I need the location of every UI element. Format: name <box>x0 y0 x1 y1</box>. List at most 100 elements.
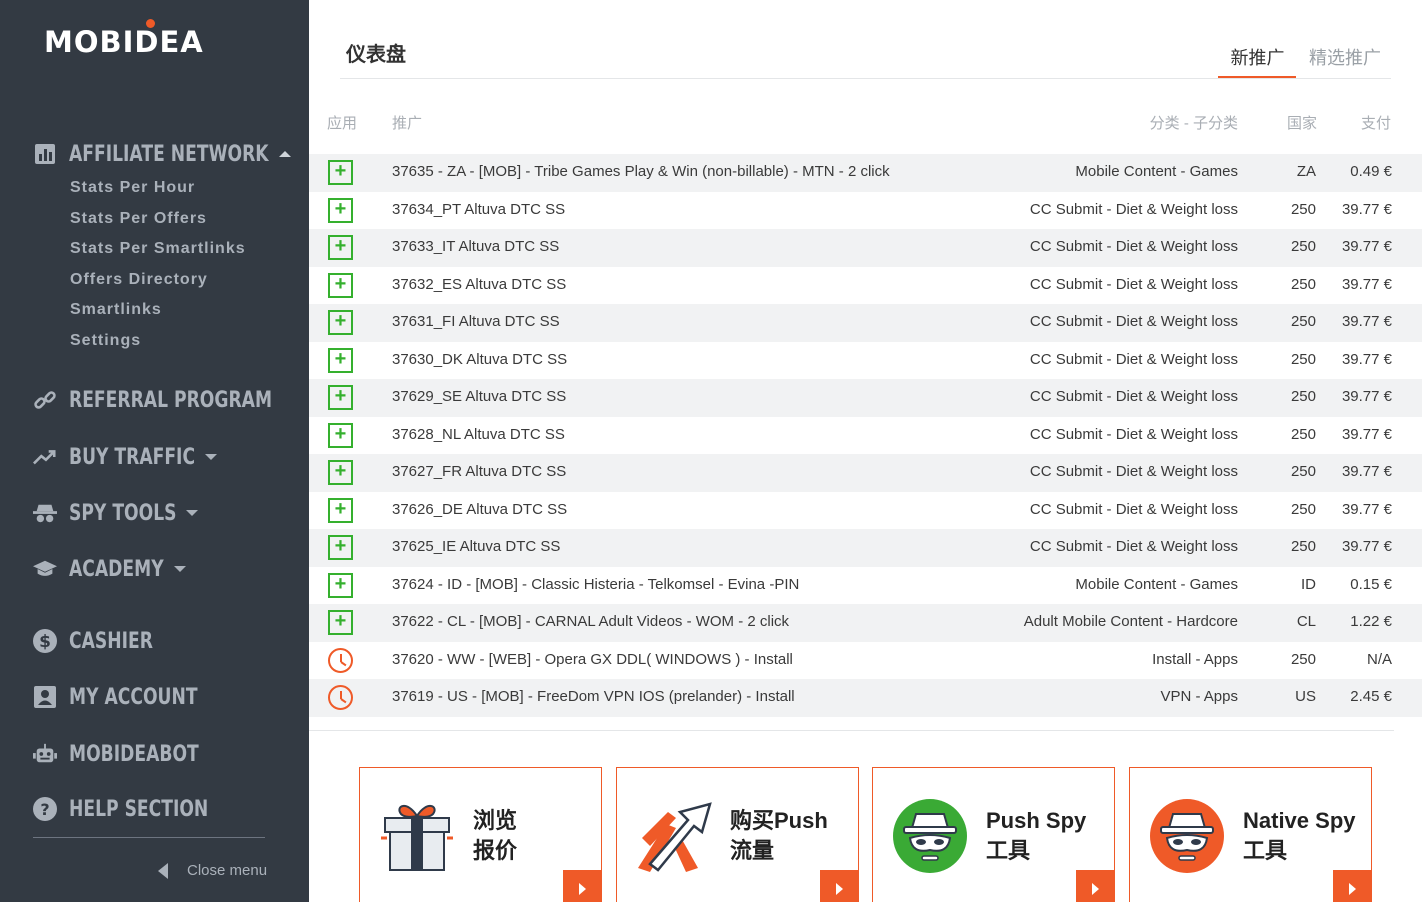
table-row[interactable]: +37629_SE Altuva DTC SS CC Submit - Diet … <box>309 379 1422 417</box>
question-icon: ? <box>33 797 57 821</box>
nav-help-section[interactable]: ? HELP SECTION <box>33 794 248 824</box>
add-offer-plus-icon[interactable]: + <box>328 272 353 298</box>
nav-spy-tools[interactable]: SPY TOOLS <box>33 498 199 528</box>
chevron-left-icon <box>158 862 168 879</box>
subnav-stats-per-smartlinks[interactable]: Stats Per Smartlinks <box>70 237 246 268</box>
offer-payout: 2.45 € <box>1350 688 1392 705</box>
offer-name[interactable]: 37625_IE Altuva DTC SS <box>392 538 560 555</box>
offer-name[interactable]: 37624 - ID - [MOB] - Classic Histeria - … <box>392 576 799 593</box>
table-row[interactable]: +37624 - ID - [MOB] - Classic Histeria -… <box>309 567 1422 605</box>
table-row[interactable]: +37627_FR Altuva DTC SS CC Submit - Diet … <box>309 454 1422 492</box>
table-row[interactable]: +37630_DK Altuva DTC SS CC Submit - Diet … <box>309 342 1422 380</box>
offer-country: 250 <box>1290 650 1316 668</box>
offer-name[interactable]: 37629_SE Altuva DTC SS <box>392 388 566 405</box>
offer-name[interactable]: 37628_NL Altuva DTC SS <box>392 426 565 443</box>
subnav-stats-per-offers[interactable]: Stats Per Offers <box>70 207 246 238</box>
table-row[interactable]: 37620 - WW - [WEB] - Opera GX DDL( WINDO… <box>309 642 1422 680</box>
offer-country: ID <box>1301 575 1316 593</box>
table-row[interactable]: +37625_IE Altuva DTC SS CC Submit - Diet … <box>309 529 1422 567</box>
table-row[interactable]: +37633_IT Altuva DTC SS CC Submit - Diet … <box>309 229 1422 267</box>
table-header: 应用 推广 分类 - 子分类 国家 支付 <box>309 112 1422 132</box>
table-row[interactable]: +37635 - ZA - [MOB] - Tribe Games Play &… <box>309 154 1422 192</box>
col-header-app: 应用 <box>327 115 358 132</box>
add-offer-plus-icon[interactable]: + <box>328 497 353 523</box>
close-menu-button[interactable]: Close menu <box>158 862 267 879</box>
subnav-stats-per-hour[interactable]: Stats Per Hour <box>70 176 246 207</box>
add-offer-plus-icon[interactable]: + <box>328 535 353 560</box>
table-row[interactable]: +37632_ES Altuva DTC SS CC Submit - Diet … <box>309 267 1422 305</box>
nav-referral-program[interactable]: REFERRAL PROGRAM <box>33 385 329 415</box>
add-offer-plus-icon[interactable]: + <box>328 422 353 448</box>
offer-payout: 0.15 € <box>1350 575 1392 593</box>
offer-name[interactable]: 37635 - ZA - [MOB] - Tribe Games Play & … <box>392 163 890 180</box>
add-offer-plus-icon[interactable]: + <box>328 385 353 410</box>
offer-payout: N/A <box>1366 650 1392 668</box>
card-arrow-button[interactable] <box>563 870 601 902</box>
nav-label: REFERRAL PROGRAM <box>69 387 273 413</box>
nav-cashier[interactable]: $ CASHIER <box>33 626 177 656</box>
subnav-settings[interactable]: Settings <box>70 329 246 360</box>
nav-mobideabot[interactable]: MOBIDEABOT <box>33 739 235 769</box>
offer-payout: 39.77 € <box>1341 275 1392 293</box>
add-offer-plus-icon[interactable]: + <box>328 460 353 485</box>
offer-name[interactable]: 37633_IT Altuva DTC SS <box>392 238 559 255</box>
table-row[interactable]: +37634_PT Altuva DTC SS CC Submit - Diet … <box>309 192 1422 230</box>
add-offer-plus-icon[interactable]: + <box>328 347 353 373</box>
card-arrow-button[interactable] <box>820 870 858 902</box>
offer-name[interactable]: 37631_FI Altuva DTC SS <box>392 313 560 330</box>
nav-label: AFFILIATE NETWORK <box>69 141 269 167</box>
offer-name[interactable]: 37619 - US - [MOB] - FreeDom VPN IOS (pr… <box>392 688 795 705</box>
gift-icon <box>379 798 455 874</box>
offer-payout: 39.77 € <box>1341 200 1392 218</box>
offer-name[interactable]: 37622 - CL - [MOB] - CARNAL Adult Videos… <box>392 613 789 630</box>
table-row[interactable]: 37619 - US - [MOB] - FreeDom VPN IOS (pr… <box>309 679 1422 717</box>
table-row[interactable]: +37622 - CL - [MOB] - CARNAL Adult Video… <box>309 604 1422 642</box>
offer-category: CC Submit - Diet & Weight loss <box>1029 350 1238 368</box>
pending-clock-icon[interactable] <box>328 685 353 710</box>
card-native-spy-tool[interactable]: Native Spy 工具 <box>1129 767 1372 902</box>
user-card-icon <box>33 685 57 709</box>
card-buy-push-traffic[interactable]: 购买Push 流量 <box>616 767 859 902</box>
bar-chart-icon <box>33 142 57 166</box>
add-offer-plus-icon[interactable]: + <box>328 310 353 335</box>
subnav-smartlinks[interactable]: Smartlinks <box>70 298 246 329</box>
nav-academy[interactable]: ACADEMY <box>33 554 186 584</box>
offer-name[interactable]: 37630_DK Altuva DTC SS <box>392 351 567 368</box>
mobidea-logo[interactable]: MOBIDEA <box>44 19 204 62</box>
offer-category: CC Submit - Diet & Weight loss <box>1029 425 1238 443</box>
offer-name[interactable]: 37627_FR Altuva DTC SS <box>392 463 566 480</box>
card-label-line1: Native Spy <box>1243 808 1356 833</box>
logo-dot <box>146 19 155 28</box>
nav-buy-traffic[interactable]: BUY TRAFFIC <box>33 442 217 472</box>
table-row[interactable]: +37631_FI Altuva DTC SS CC Submit - Diet … <box>309 304 1422 342</box>
card-label-line2: 工具 <box>986 838 1031 863</box>
offer-name[interactable]: 37626_DE Altuva DTC SS <box>392 501 567 518</box>
card-label-line2: 流量 <box>730 838 775 863</box>
card-push-spy-tool[interactable]: Push Spy 工具 <box>872 767 1115 902</box>
add-offer-plus-icon[interactable]: + <box>328 610 353 635</box>
offer-payout: 39.77 € <box>1341 463 1392 480</box>
offer-country: 250 <box>1290 388 1316 405</box>
spy-orange-icon <box>1149 798 1225 874</box>
nav-my-account[interactable]: MY ACCOUNT <box>33 682 234 712</box>
table-bottom-divider <box>309 730 1394 731</box>
subnav-offers-directory[interactable]: Offers Directory <box>70 268 246 299</box>
offer-name[interactable]: 37620 - WW - [WEB] - Opera GX DDL( WINDO… <box>392 651 793 668</box>
table-row[interactable]: +37628_NL Altuva DTC SS CC Submit - Diet … <box>309 417 1422 455</box>
nav-affiliate-network[interactable]: AFFILIATE NETWORK <box>33 139 291 169</box>
offer-name[interactable]: 37632_ES Altuva DTC SS <box>392 276 566 293</box>
add-offer-plus-icon[interactable]: + <box>328 197 353 223</box>
card-label-line2: 报价 <box>473 838 518 863</box>
card-arrow-button[interactable] <box>1333 870 1371 902</box>
add-offer-plus-icon[interactable]: + <box>328 572 353 598</box>
card-arrow-button[interactable] <box>1076 870 1114 902</box>
pending-clock-icon[interactable] <box>328 647 353 673</box>
add-offer-plus-icon[interactable]: + <box>328 160 353 185</box>
card-browse-offers[interactable]: 浏览 报价 <box>359 767 602 902</box>
card-label: Push Spy 工具 <box>986 806 1111 866</box>
tab-featured-offers[interactable]: 精选推广 <box>1309 44 1381 70</box>
offer-name[interactable]: 37634_PT Altuva DTC SS <box>392 201 565 218</box>
table-row[interactable]: +37626_DE Altuva DTC SS CC Submit - Diet … <box>309 492 1422 530</box>
add-offer-plus-icon[interactable]: + <box>328 235 353 260</box>
tab-new-offers[interactable]: 新推广 <box>1219 44 1296 70</box>
